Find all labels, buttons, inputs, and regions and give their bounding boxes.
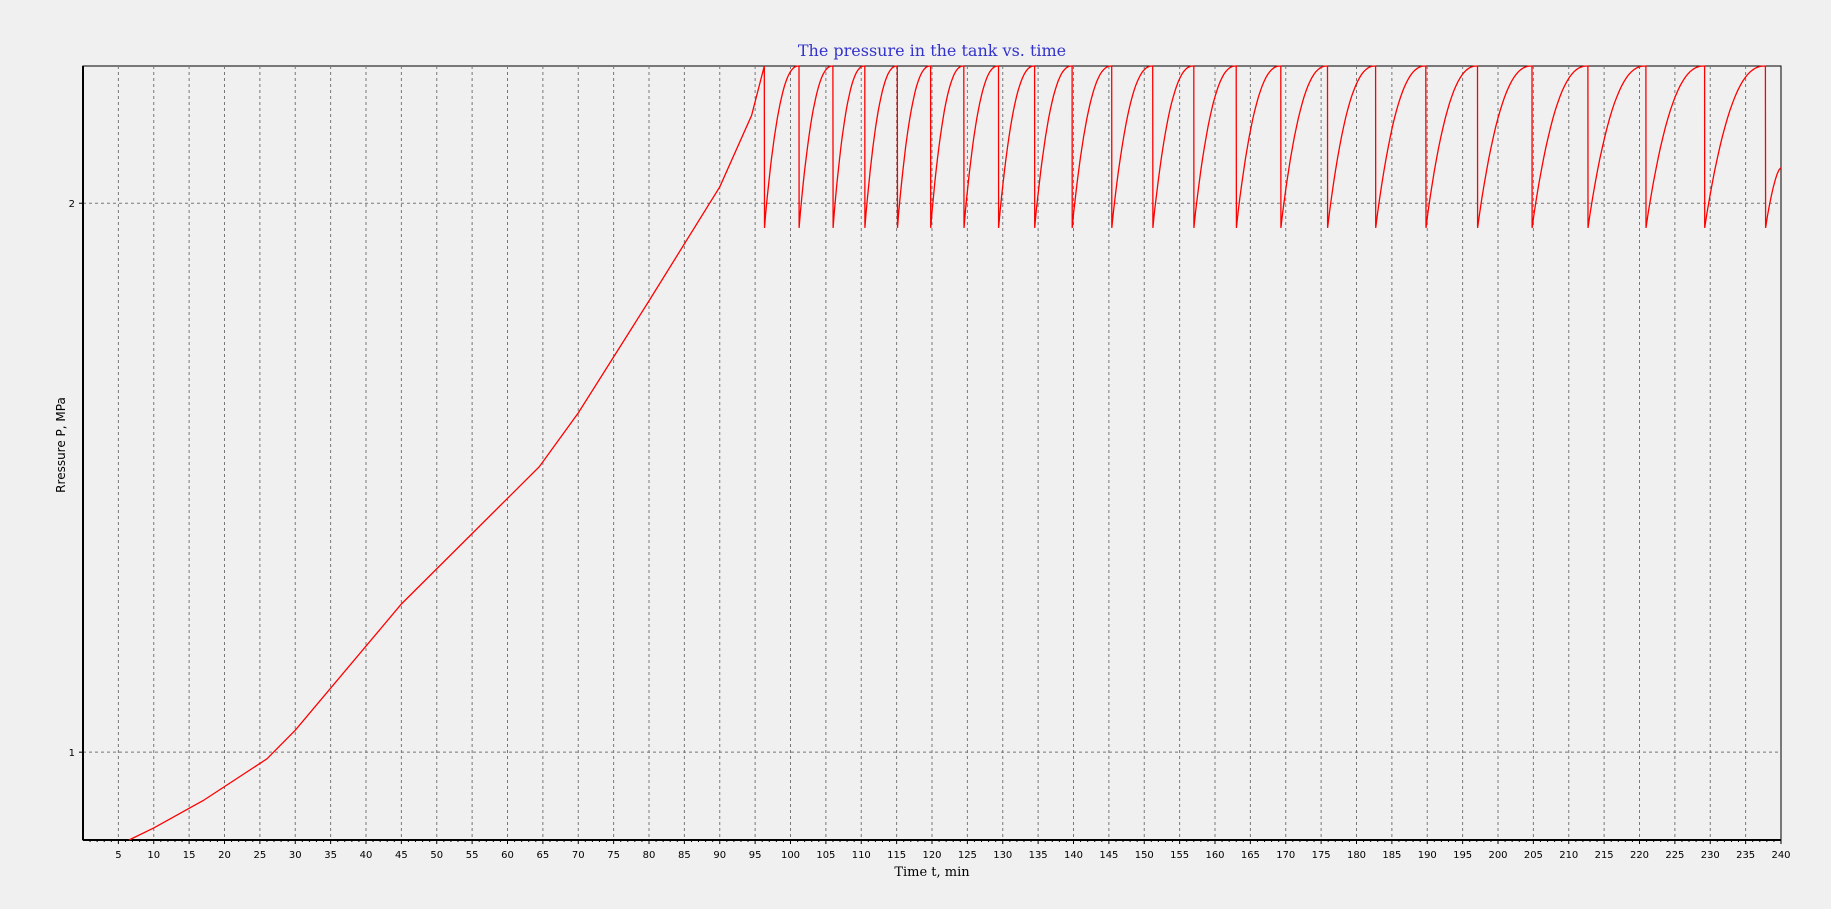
x-tick-label: 35 [324,850,337,861]
x-tick-label: 15 [183,850,196,861]
x-tick-label: 155 [1170,850,1189,861]
x-ticks: 5 10 15 20 25 30 35 40 45 50 55 60 65 70 75 80 85 90 95 100… [89,840,1791,861]
x-tick-label: 165 [1241,850,1260,861]
x-tick-label: 175 [1312,850,1331,861]
x-tick-label: 20 [218,850,231,861]
x-tick-label: 60 [501,850,514,861]
y-ticks: 12 [69,199,83,759]
x-tick-label: 70 [572,850,585,861]
x-tick-label: 110 [852,850,871,861]
x-axis-label: Time t, min [894,865,970,880]
x-tick-label: 25 [254,850,267,861]
x-tick-label: 65 [537,850,550,861]
x-tick-label: 225 [1665,850,1684,861]
x-tick-label: 10 [147,850,160,861]
x-tick-label: 210 [1559,850,1578,861]
x-tick-label: 120 [922,850,941,861]
x-tick-label: 135 [1029,850,1048,861]
x-tick-label: 145 [1099,850,1118,861]
x-tick-label: 40 [360,850,373,861]
x-tick-label: 205 [1524,850,1543,861]
y-tick-label: 2 [69,199,75,210]
x-tick-label: 115 [887,850,906,861]
x-tick-label: 230 [1701,850,1720,861]
x-tick-label: 140 [1064,850,1083,861]
x-tick-label: 45 [395,850,408,861]
x-tick-label: 50 [430,850,443,861]
chart: 5 10 15 20 25 30 35 40 45 50 55 60 65 70 75 80 85 90 95 100… [0,0,1831,909]
x-tick-label: 125 [958,850,977,861]
x-tick-label: 170 [1276,850,1295,861]
x-tick-label: 80 [643,850,656,861]
x-tick-label: 130 [993,850,1012,861]
x-tick-label: 150 [1135,850,1154,861]
x-tick-label: 85 [678,850,691,861]
x-tick-label: 200 [1488,850,1507,861]
x-tick-label: 100 [781,850,800,861]
x-tick-label: 195 [1453,850,1472,861]
x-tick-label: 235 [1736,850,1755,861]
chart-svg: 5 10 15 20 25 30 35 40 45 50 55 60 65 70 75 80 85 90 95 100… [54,41,1791,880]
chart-title: The pressure in the tank vs. time [798,41,1066,60]
x-tick-label: 30 [289,850,302,861]
x-tick-label: 220 [1630,850,1649,861]
x-tick-label: 190 [1418,850,1437,861]
x-tick-label: 185 [1382,850,1401,861]
x-tick-label: 75 [607,850,620,861]
x-tick-label: 90 [713,850,726,861]
x-tick-label: 240 [1771,850,1790,861]
y-tick-label: 1 [69,748,75,759]
x-tick-label: 160 [1205,850,1224,861]
x-tick-label: 105 [816,850,835,861]
x-tick-label: 5 [115,850,121,861]
x-tick-label: 180 [1347,850,1366,861]
x-tick-label: 55 [466,850,479,861]
x-tick-label: 95 [749,850,762,861]
x-tick-label: 215 [1595,850,1614,861]
y-axis-label: Rressure P, MPa [54,397,68,493]
